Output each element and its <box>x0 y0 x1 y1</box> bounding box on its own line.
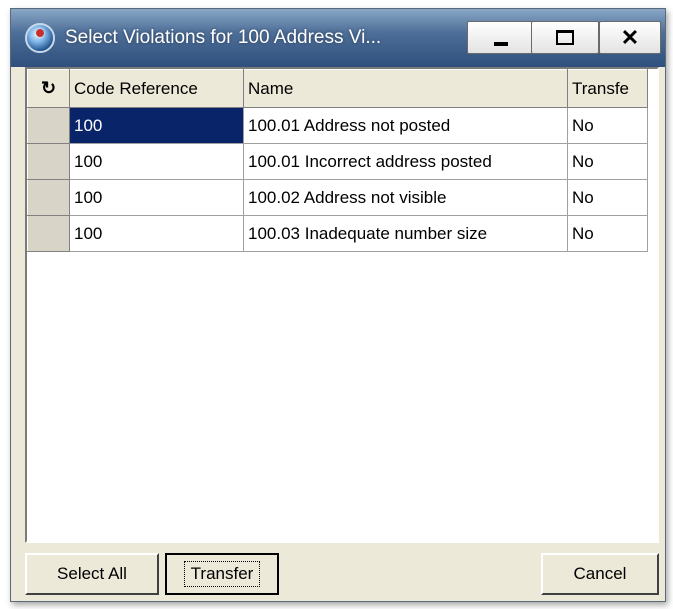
column-header-name[interactable]: Name <box>243 69 568 108</box>
column-header-transfer[interactable]: Transfe <box>567 69 648 108</box>
minimize-button[interactable] <box>467 21 535 54</box>
code-reference-cell[interactable]: 100 <box>69 179 244 216</box>
window-title: Select Violations for 100 Address Vi... <box>65 27 382 48</box>
code-reference-cell[interactable]: 100 <box>69 215 244 252</box>
header-row: ↻ Code Reference Name Transfe <box>27 69 648 108</box>
row-selector[interactable] <box>27 143 70 180</box>
close-icon: ✕ <box>620 24 640 50</box>
code-reference-cell[interactable]: 100 <box>69 107 244 144</box>
row-selector[interactable] <box>27 107 70 144</box>
violations-table: ↻ Code Reference Name Transfe 100 100.01… <box>27 69 648 252</box>
title-bar[interactable]: Select Violations for 100 Address Vi... … <box>11 9 665 67</box>
close-button[interactable]: ✕ <box>599 21 661 54</box>
select-all-button[interactable]: Select All <box>25 553 159 595</box>
row-selector[interactable] <box>27 179 70 216</box>
name-cell[interactable]: 100.03 Inadequate number size <box>243 215 568 252</box>
violations-grid[interactable]: ↻ Code Reference Name Transfe 100 100.01… <box>25 67 659 543</box>
transfer-cell[interactable]: No <box>567 215 648 252</box>
transfer-button-label: Transfer <box>183 561 261 587</box>
refresh-button[interactable]: ↻ <box>27 69 70 108</box>
cancel-button[interactable]: Cancel <box>541 553 659 595</box>
table-row[interactable]: 100 100.03 Inadequate number size No <box>27 215 648 252</box>
name-cell[interactable]: 100.02 Address not visible <box>243 179 568 216</box>
name-cell[interactable]: 100.01 Address not posted <box>243 107 568 144</box>
transfer-cell[interactable]: No <box>567 143 648 180</box>
minimize-icon <box>494 41 508 46</box>
maximize-icon <box>556 30 574 45</box>
transfer-cell[interactable]: No <box>567 107 648 144</box>
maximize-button[interactable] <box>531 21 599 54</box>
transfer-cell[interactable]: No <box>567 179 648 216</box>
table-row[interactable]: 100 100.01 Address not posted No <box>27 107 648 144</box>
name-cell[interactable]: 100.01 Incorrect address posted <box>243 143 568 180</box>
table-row[interactable]: 100 100.01 Incorrect address posted No <box>27 143 648 180</box>
row-selector[interactable] <box>27 215 70 252</box>
refresh-icon: ↻ <box>40 78 57 98</box>
app-logo-icon[interactable] <box>25 23 55 53</box>
table-row[interactable]: 100 100.02 Address not visible No <box>27 179 648 216</box>
code-reference-cell[interactable]: 100 <box>69 143 244 180</box>
select-violations-dialog: Select Violations for 100 Address Vi... … <box>10 8 666 602</box>
transfer-button[interactable]: Transfer <box>165 553 279 595</box>
column-header-code-reference[interactable]: Code Reference <box>69 69 244 108</box>
